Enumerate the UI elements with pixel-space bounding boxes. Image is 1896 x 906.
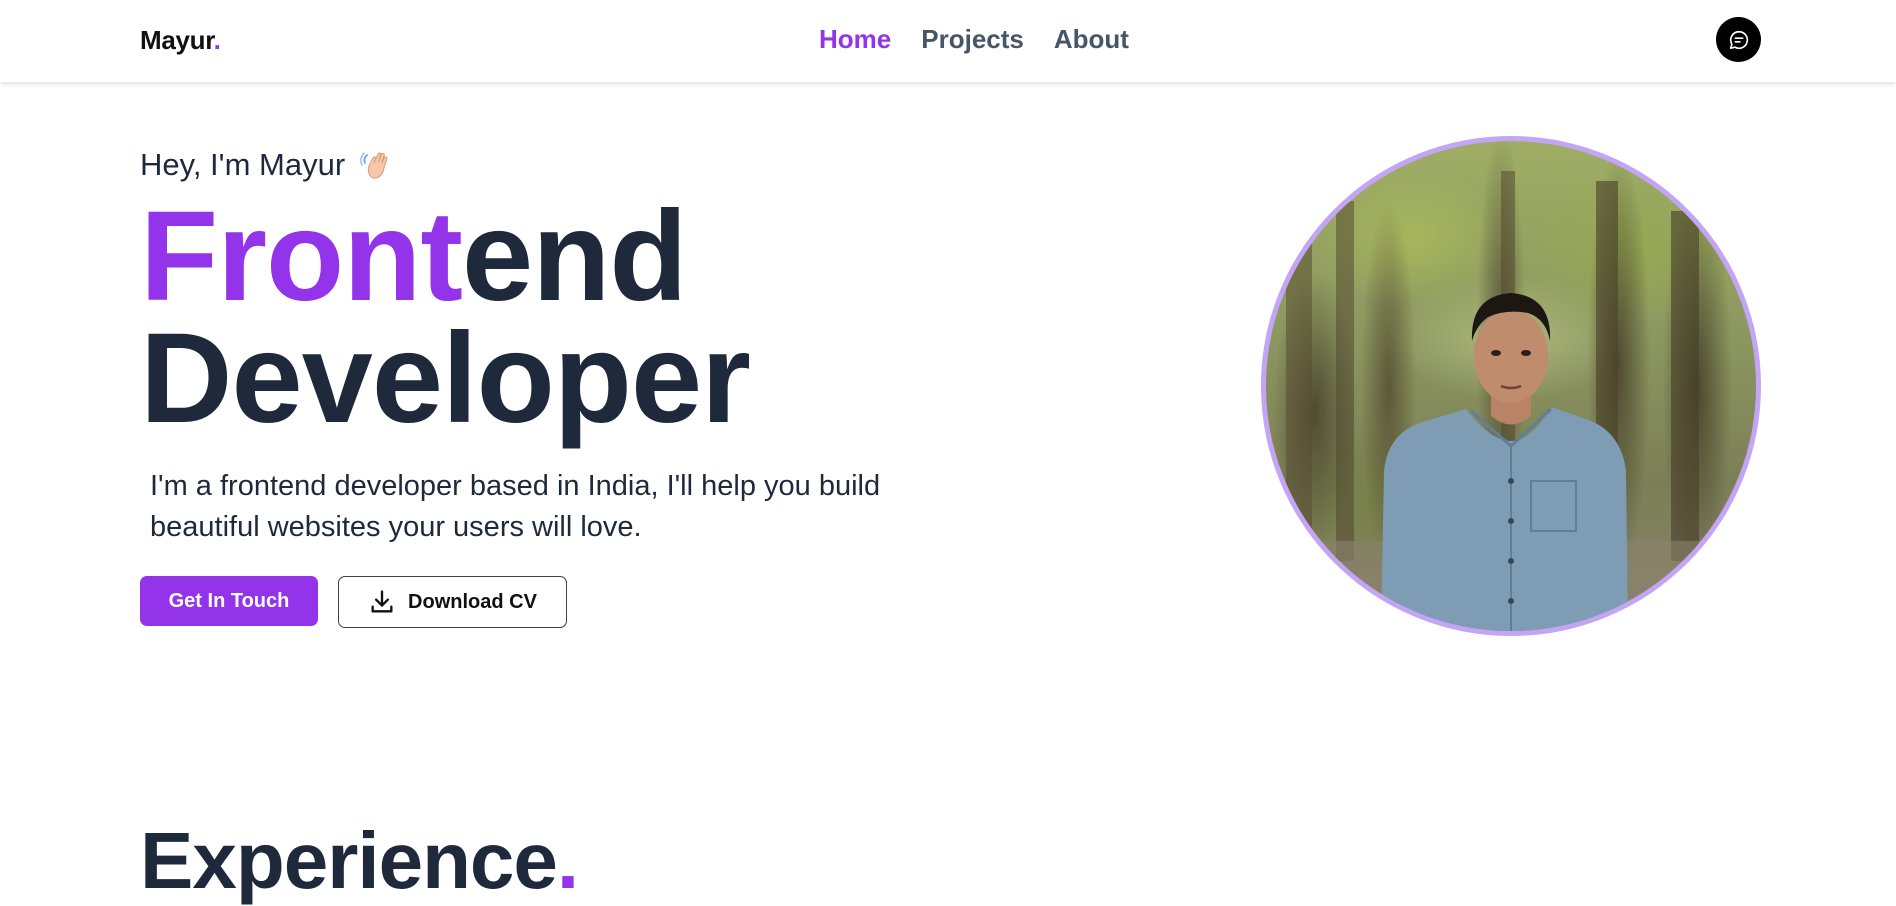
site-header: Mayur. Home Projects About (0, 0, 1896, 82)
logo[interactable]: Mayur. (140, 25, 221, 56)
chat-bubble-icon (1729, 30, 1748, 49)
logo-dot: . (213, 25, 221, 55)
nav-link-about[interactable]: About (1054, 24, 1129, 55)
greeting-text: Hey, I'm Mayur (140, 147, 346, 182)
download-cv-label: Download CV (408, 590, 537, 613)
profile-photo (1261, 136, 1761, 636)
waving-hand-icon (360, 152, 388, 179)
profile-photo-illustration (1266, 171, 1756, 631)
experience-title-dot: . (556, 816, 579, 905)
download-cv-button[interactable]: Download CV (338, 576, 567, 628)
hero-headline: Frontend Developer (140, 193, 751, 443)
nav-link-projects[interactable]: Projects (921, 24, 1024, 55)
hero-intro: I'm a frontend developer based in India,… (150, 470, 881, 543)
get-in-touch-button[interactable]: Get In Touch (140, 576, 318, 626)
headline-line2: Developer (140, 307, 751, 450)
download-icon (371, 590, 393, 613)
nav-link-home[interactable]: Home (819, 24, 891, 55)
chat-button[interactable] (1716, 17, 1761, 62)
main-nav: Home Projects About (819, 24, 1129, 55)
logo-text[interactable]: Mayur (140, 25, 214, 55)
experience-title-text: Experience (140, 816, 558, 905)
greeting: Hey, I'm Mayur (140, 147, 395, 183)
experience-title: Experience. (140, 816, 579, 906)
